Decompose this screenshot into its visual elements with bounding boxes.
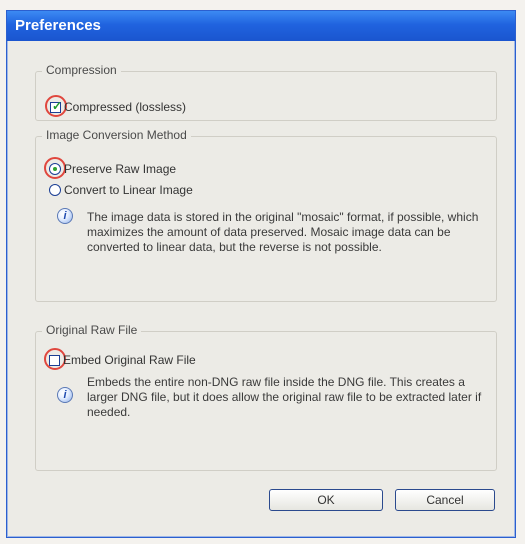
radio-selected-dot: [53, 167, 57, 171]
info-line: maximizes the amount of data preserved. …: [87, 225, 451, 239]
window-title: Preferences: [15, 17, 101, 34]
embed-raw-checkbox-row[interactable]: Embed Original Raw File: [49, 353, 196, 367]
compression-group-label: Compression: [42, 63, 121, 77]
radio-button[interactable]: [49, 184, 61, 196]
radio-button[interactable]: [49, 163, 61, 175]
preferences-dialog: Preferences Compression ✓ Compressed (lo…: [6, 10, 516, 538]
conversion-group-label: Image Conversion Method: [42, 128, 191, 142]
radio-convert-linear[interactable]: Convert to Linear Image: [49, 183, 193, 197]
ok-button[interactable]: OK: [269, 489, 383, 511]
info-icon: i: [57, 387, 73, 403]
compressed-checkbox-label: Compressed (lossless): [64, 100, 187, 114]
info-line: needed.: [87, 405, 131, 419]
compressed-checkbox-row[interactable]: ✓ Compressed (lossless): [50, 98, 187, 114]
embed-raw-checkbox-label: Embed Original Raw File: [63, 353, 196, 367]
info-line: larger DNG file, but it does allow the o…: [87, 390, 482, 404]
original-raw-group-label: Original Raw File: [42, 323, 142, 337]
info-icon: i: [57, 208, 73, 224]
radio-convert-linear-label: Convert to Linear Image: [64, 183, 193, 197]
radio-preserve-raw[interactable]: Preserve Raw Image: [49, 162, 176, 176]
embed-raw-checkbox[interactable]: [49, 354, 60, 366]
info-line: converted to linear data, but the revers…: [87, 240, 382, 254]
original-raw-info-text: Embeds the entire non-DNG raw file insid…: [87, 375, 497, 420]
title-bar[interactable]: Preferences: [7, 11, 515, 41]
cancel-button[interactable]: Cancel: [395, 489, 495, 511]
conversion-info-text: The image data is stored in the original…: [87, 210, 492, 255]
checkmark-icon: ✓: [52, 98, 63, 113]
info-line: Embeds the entire non-DNG raw file insid…: [87, 375, 465, 389]
radio-preserve-raw-label: Preserve Raw Image: [64, 162, 177, 176]
compressed-checkbox[interactable]: ✓: [50, 98, 63, 113]
info-line: The image data is stored in the original…: [87, 210, 479, 224]
